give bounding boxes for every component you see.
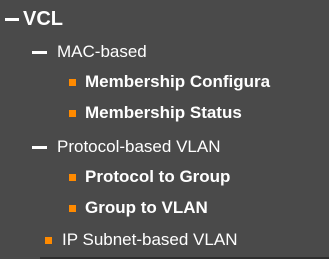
nav-group-protocol-based-vlan-label[interactable]: Protocol-based VLAN	[57, 137, 220, 157]
orange-bullet-icon	[69, 204, 76, 212]
nav-item-group-to-vlan-label[interactable]: Group to VLAN	[85, 198, 208, 218]
orange-bullet-icon	[45, 236, 52, 244]
orange-bullet-icon	[69, 109, 76, 117]
nav-item-ip-subnet-based-vlan-label[interactable]: IP Subnet-based VLAN	[62, 230, 237, 250]
nav-item-membership-status[interactable]: Membership Status	[0, 98, 242, 128]
nav-item-group-to-vlan[interactable]: Group to VLAN	[0, 193, 208, 223]
nav-item-ip-subnet-based-vlan[interactable]: IP Subnet-based VLAN	[0, 225, 237, 255]
collapse-dash-icon[interactable]	[32, 145, 47, 149]
nav-group-vcl-label[interactable]: VCL	[23, 8, 63, 31]
nav-item-protocol-to-group-label[interactable]: Protocol to Group	[85, 167, 230, 187]
collapse-dash-icon[interactable]	[5, 17, 19, 21]
collapse-dash-icon[interactable]	[32, 50, 47, 54]
nav-group-protocol-based-vlan[interactable]: Protocol-based VLAN	[0, 132, 220, 162]
nav-item-membership-configuration-label[interactable]: Membership Configura	[85, 72, 270, 92]
nav-group-mac-based[interactable]: MAC-based	[0, 37, 147, 67]
orange-bullet-icon	[69, 173, 76, 181]
nav-item-protocol-to-group[interactable]: Protocol to Group	[0, 162, 230, 192]
vcl-navigation-tree: VCL MAC-based Membership Configura Membe…	[0, 0, 329, 259]
nav-item-membership-configuration[interactable]: Membership Configura	[0, 67, 270, 97]
nav-group-vcl[interactable]: VCL	[0, 4, 63, 34]
nav-item-membership-status-label[interactable]: Membership Status	[85, 103, 242, 123]
orange-bullet-icon	[69, 78, 76, 86]
nav-group-mac-based-label[interactable]: MAC-based	[57, 42, 147, 62]
